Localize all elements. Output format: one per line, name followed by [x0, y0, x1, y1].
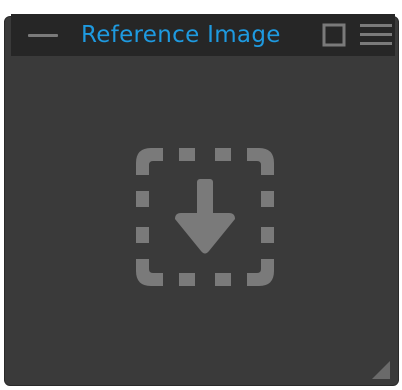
- square-window-icon: [322, 23, 346, 47]
- hamburger-menu-icon: [360, 24, 392, 45]
- panel-header: Reference Image: [11, 14, 395, 56]
- resize-grip-icon: [372, 361, 390, 379]
- download-arrow-icon: [136, 148, 274, 286]
- collapse-button[interactable]: [27, 14, 59, 56]
- minus-icon: [28, 33, 58, 37]
- resize-grip[interactable]: [372, 361, 390, 379]
- panel-menu-button[interactable]: [360, 22, 392, 48]
- image-drop-zone[interactable]: [131, 143, 279, 291]
- float-window-button[interactable]: [322, 23, 346, 47]
- panel-title: Reference Image: [81, 22, 281, 48]
